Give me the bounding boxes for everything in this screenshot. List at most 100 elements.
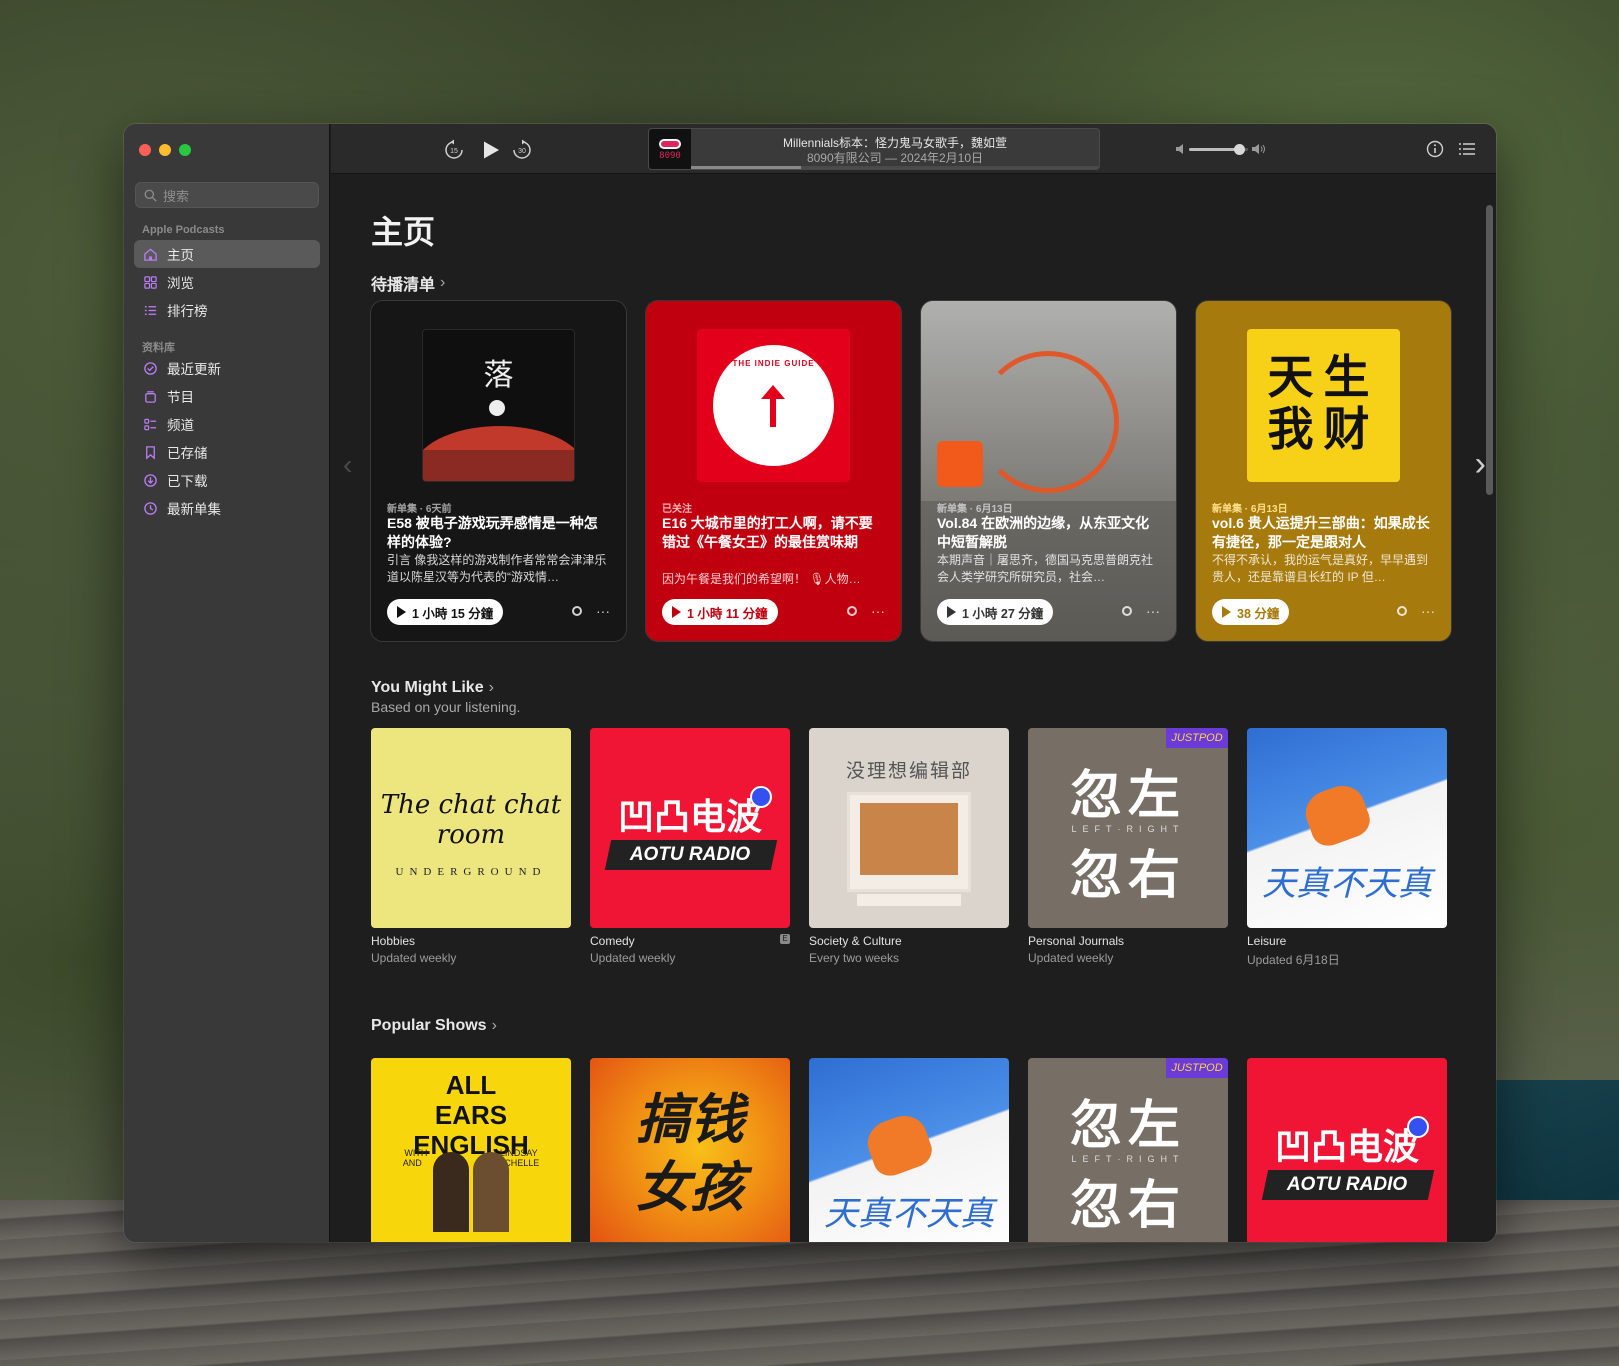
sidebar-item-charts[interactable]: 排行榜 — [134, 296, 320, 324]
cover-title: 忽左忽右 — [1069, 767, 1186, 905]
cover-title: 没理想编辑部 — [845, 761, 972, 782]
show-cover: 天真不天真 — [1247, 728, 1447, 928]
show-tile[interactable]: ALL EARS ENGLISH WITH LINDSAY AND MICHEL… — [371, 1058, 571, 1242]
progress-ring-icon[interactable] — [572, 606, 582, 616]
search-placeholder: 搜索 — [163, 188, 190, 204]
info-button[interactable] — [1424, 138, 1446, 160]
sidebar-item-saved[interactable]: 已存储 — [134, 438, 320, 466]
list-icon — [142, 302, 158, 318]
section-label-apple-podcasts: Apple Podcasts — [142, 224, 225, 236]
you-might-like-subtitle: Based on your listening. — [371, 699, 521, 715]
more-icon[interactable]: ··· — [1421, 603, 1435, 619]
show-tile[interactable]: JUSTPOD 忽左忽右 LEFT·RIGHT — [1028, 1058, 1228, 1242]
progress-ring-icon[interactable] — [847, 606, 857, 616]
now-playing[interactable]: 8090 Millennials标本：怪力鬼马女歌手，魏如萱 8090有限公司 … — [648, 128, 1100, 170]
chevron-right-icon: › — [440, 274, 446, 291]
podcast-stack-icon — [142, 388, 158, 404]
show-tile[interactable]: JUSTPOD 忽左忽右 LEFT·RIGHT Personal Journal… — [1028, 728, 1228, 968]
sidebar-item-label: 最新单集 — [167, 502, 221, 517]
cover-subtitle: LEFT·RIGHT — [1071, 824, 1185, 834]
episode-title: Vol.84 在欧洲的边缘，从东亚文化中短暂解脱 — [937, 515, 1150, 550]
episode-artwork: 落 — [422, 329, 575, 482]
progress-ring-icon[interactable] — [1122, 606, 1132, 616]
sidebar-item-downloaded[interactable]: 已下载 — [134, 466, 320, 494]
show-category: Society & Culture — [809, 934, 902, 948]
download-icon — [142, 472, 158, 488]
episode-description: 引言 像我这样的游戏制作者常常会津津乐道以陈星汉等为代表的“游戏情… — [387, 553, 607, 584]
cover-subtitle: LEFT·RIGHT — [1071, 1154, 1185, 1164]
scroll-right-icon[interactable]: › — [1475, 445, 1486, 484]
play-episode-button[interactable]: 1 小時 15 分鐘 — [387, 599, 504, 625]
search-field[interactable]: 搜索 — [135, 182, 319, 208]
play-episode-button[interactable]: 38 分鐘 — [1212, 599, 1290, 625]
chevron-right-icon: › — [488, 679, 494, 696]
volume-slider[interactable] — [1189, 143, 1248, 155]
close-button[interactable] — [139, 144, 151, 156]
show-tile[interactable]: 天真不天真 — [809, 1058, 1009, 1242]
sidebar-item-shows[interactable]: 节目 — [134, 382, 320, 410]
monitor-screen — [860, 803, 958, 875]
sidebar-item-channels[interactable]: 频道 — [134, 410, 320, 438]
minimize-button[interactable] — [159, 144, 171, 156]
show-frequency: Updated weekly — [590, 951, 676, 965]
keyboard-shape — [857, 894, 961, 906]
sidebar-item-latest-episodes[interactable]: 最新单集 — [134, 494, 320, 522]
episode-card[interactable]: THE INDIE GUIDE 已关注 E16 大城市里的打工人啊，请不要错过《… — [646, 301, 901, 641]
page-title: 主页 — [371, 214, 436, 250]
section-label-library: 资料库 — [142, 342, 175, 354]
episode-card[interactable]: 落 新单集 · 6天前 E58 被电子游戏玩弄感情是一种怎样的体验? 引言 像我… — [371, 301, 626, 641]
play-episode-button[interactable]: 1 小時 27 分鐘 — [937, 599, 1054, 625]
show-category: Comedy — [590, 934, 635, 948]
volume-control[interactable] — [1176, 143, 1266, 155]
show-tile[interactable]: 天真不天真 Leisure Updated 6月18日 — [1247, 728, 1447, 968]
play-episode-button[interactable]: 1 小時 11 分鐘 — [662, 599, 778, 625]
progress-ring-icon[interactable] — [1397, 606, 1407, 616]
more-icon[interactable]: ··· — [596, 603, 610, 619]
show-tile[interactable]: 没理想编辑部 Society & Culture Every two weeks — [809, 728, 1009, 968]
host-photo-left — [433, 1152, 469, 1232]
sidebar-item-browse[interactable]: 浏览 — [134, 268, 320, 296]
search-icon — [144, 189, 157, 202]
volume-knob[interactable] — [1234, 143, 1246, 155]
up-next-header[interactable]: 待播清单 › — [371, 271, 445, 295]
episode-card[interactable]: 天生我财 新单集 · 6月13日 vol.6 贵人运提升三部曲：如果成长有捷径，… — [1196, 301, 1451, 641]
now-playing-art-text: 8090 — [659, 151, 681, 161]
queue-list-icon — [1459, 143, 1475, 155]
skip-forward-button[interactable]: 30 — [509, 137, 535, 163]
logo-icon — [489, 400, 505, 416]
show-tile[interactable]: 凹凸电波 AOTU RADIO Comedy E Updated weekly — [590, 728, 790, 968]
sidebar-item-label: 节目 — [167, 390, 194, 405]
show-cover: 天真不天真 — [809, 1058, 1009, 1242]
show-cover: JUSTPOD 忽左忽右 LEFT·RIGHT — [1028, 728, 1228, 928]
play-icon — [484, 141, 499, 159]
episode-artwork: 天生我财 — [1247, 329, 1400, 482]
apple-nav: 主页 浏览 排行榜 — [134, 240, 320, 324]
show-tile[interactable]: 搞钱女孩 — [590, 1058, 790, 1242]
episode-description: 本期声音｜屠思齐，德国马克思普朗克社会人类学研究所研究员，社会… — [937, 553, 1154, 584]
show-category: Hobbies — [371, 934, 416, 948]
popular-shows-header[interactable]: Popular Shows › — [371, 1017, 497, 1035]
queue-button[interactable] — [1456, 138, 1478, 160]
artwork-text: THE INDIE GUIDE — [732, 359, 815, 368]
episode-controls: ··· — [1397, 603, 1435, 619]
scroll-left-icon[interactable]: ‹ — [343, 449, 352, 481]
skip-back-button[interactable]: 15 — [441, 137, 467, 163]
up-next-title: 待播清单 — [371, 277, 436, 294]
more-icon[interactable]: ··· — [871, 603, 885, 619]
more-icon[interactable]: ··· — [1146, 603, 1160, 619]
sidebar-item-recent-updates[interactable]: 最近更新 — [134, 354, 320, 382]
episode-card[interactable]: 新单集 · 6月13日 Vol.84 在欧洲的边缘，从东亚文化中短暂解脱 本期声… — [921, 301, 1176, 641]
volume-fill — [1189, 147, 1240, 151]
zoom-button[interactable] — [179, 144, 191, 156]
orange-ring-shape — [977, 351, 1119, 493]
sidebar-item-home[interactable]: 主页 — [134, 240, 320, 268]
show-tile[interactable]: The chat chat room UNDERGROUND Hobbies U… — [371, 728, 571, 968]
show-tile[interactable]: 凹凸电波 AOTU RADIO — [1247, 1058, 1447, 1242]
you-might-like-header[interactable]: You Might Like › — [371, 679, 494, 697]
popular-shows-title: Popular Shows — [371, 1017, 487, 1034]
scrollbar[interactable] — [1486, 205, 1493, 495]
cover-title: 天真不天真 — [824, 1194, 994, 1234]
figure-shape — [1299, 779, 1375, 851]
now-playing-progress[interactable] — [691, 166, 1099, 169]
play-button[interactable] — [477, 136, 505, 164]
